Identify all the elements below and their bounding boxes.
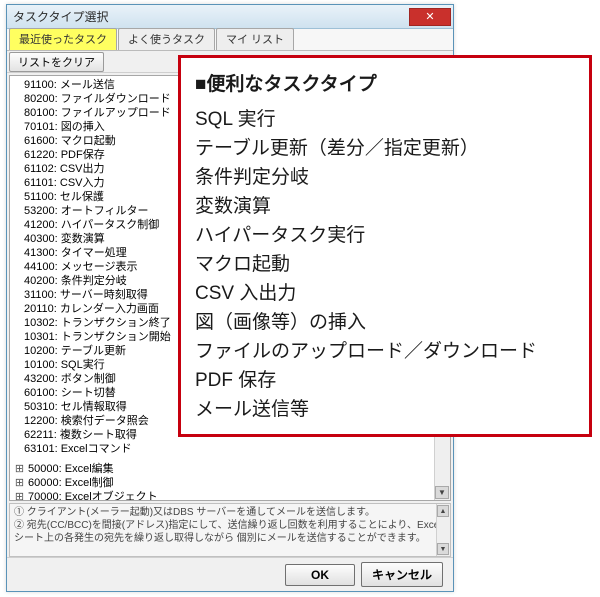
button-label: リストをクリア [18,57,95,69]
info-panel: ① クライアント(メーラー起動)又はDBS サーバーを通してメールを送信します。… [9,503,451,557]
cancel-button[interactable]: キャンセル [361,562,443,587]
callout-item: ファイルのアップロード／ダウンロード [195,337,575,366]
tree-item[interactable]: ⊞ 70000: Excelオブジェクト [14,490,432,501]
info-line: ② 宛先(CC/BCC)を間接(アドレス)指定にして、送信繰り返し回数を利用する… [14,519,446,532]
button-bar: OK キャンセル [7,557,453,591]
expand-icon[interactable]: ⊞ [14,476,25,490]
scroll-down-icon[interactable]: ▼ [437,543,449,555]
tree-item[interactable]: ⊞ 60000: Excel制御 [14,476,432,490]
info-line: シート上の各発生の宛先を繰り返し取得しながら 個別にメールを送信することができま… [14,532,446,545]
tab-recent-tasks[interactable]: 最近使ったタスク [9,28,117,50]
callout-item: マクロ起動 [195,250,575,279]
tabs-row: 最近使ったタスク よく使うタスク マイ リスト [7,29,453,51]
expand-icon[interactable]: ⊞ [14,462,25,476]
scroll-up-icon[interactable]: ▲ [437,505,449,517]
window-title: タスクタイプ選択 [13,8,409,25]
callout-item: 変数演算 [195,192,575,221]
tab-label: 最近使ったタスク [19,34,107,46]
callout-item: テーブル更新（差分／指定更新） [195,134,575,163]
callout-item: 条件判定分岐 [195,163,575,192]
button-label: OK [311,568,329,582]
tab-my-list[interactable]: マイ リスト [216,28,294,50]
tab-label: よく使うタスク [128,34,205,46]
callout-heading: ■便利なタスクタイプ [195,70,575,99]
callout-item: ハイパータスク実行 [195,221,575,250]
callout-panel: ■便利なタスクタイプ SQL 実行テーブル更新（差分／指定更新）条件判定分岐変数… [178,55,592,437]
tree-item[interactable]: ⊞ 50000: Excel編集 [14,462,432,476]
tab-frequent-tasks[interactable]: よく使うタスク [118,28,215,50]
clear-list-button[interactable]: リストをクリア [9,52,104,72]
callout-item: メール送信等 [195,395,575,424]
info-line: ① クライアント(メーラー起動)又はDBS サーバーを通してメールを送信します。 [14,506,446,519]
info-scrollbar[interactable]: ▲ ▼ [436,504,450,556]
callout-item: SQL 実行 [195,105,575,134]
tab-label: マイ リスト [226,34,284,46]
callout-item: PDF 保存 [195,366,575,395]
scroll-down-icon[interactable]: ▼ [435,486,449,499]
close-icon: ✕ [425,10,434,23]
expand-icon[interactable]: ⊞ [14,490,25,501]
titlebar[interactable]: タスクタイプ選択 ✕ [7,5,453,29]
ok-button[interactable]: OK [285,564,355,586]
callout-item: CSV 入出力 [195,279,575,308]
callout-item: 図（画像等）の挿入 [195,308,575,337]
button-label: キャンセル [372,568,432,582]
close-button[interactable]: ✕ [409,8,451,26]
list-item[interactable]: 63101: Excelコマンド [14,442,432,456]
